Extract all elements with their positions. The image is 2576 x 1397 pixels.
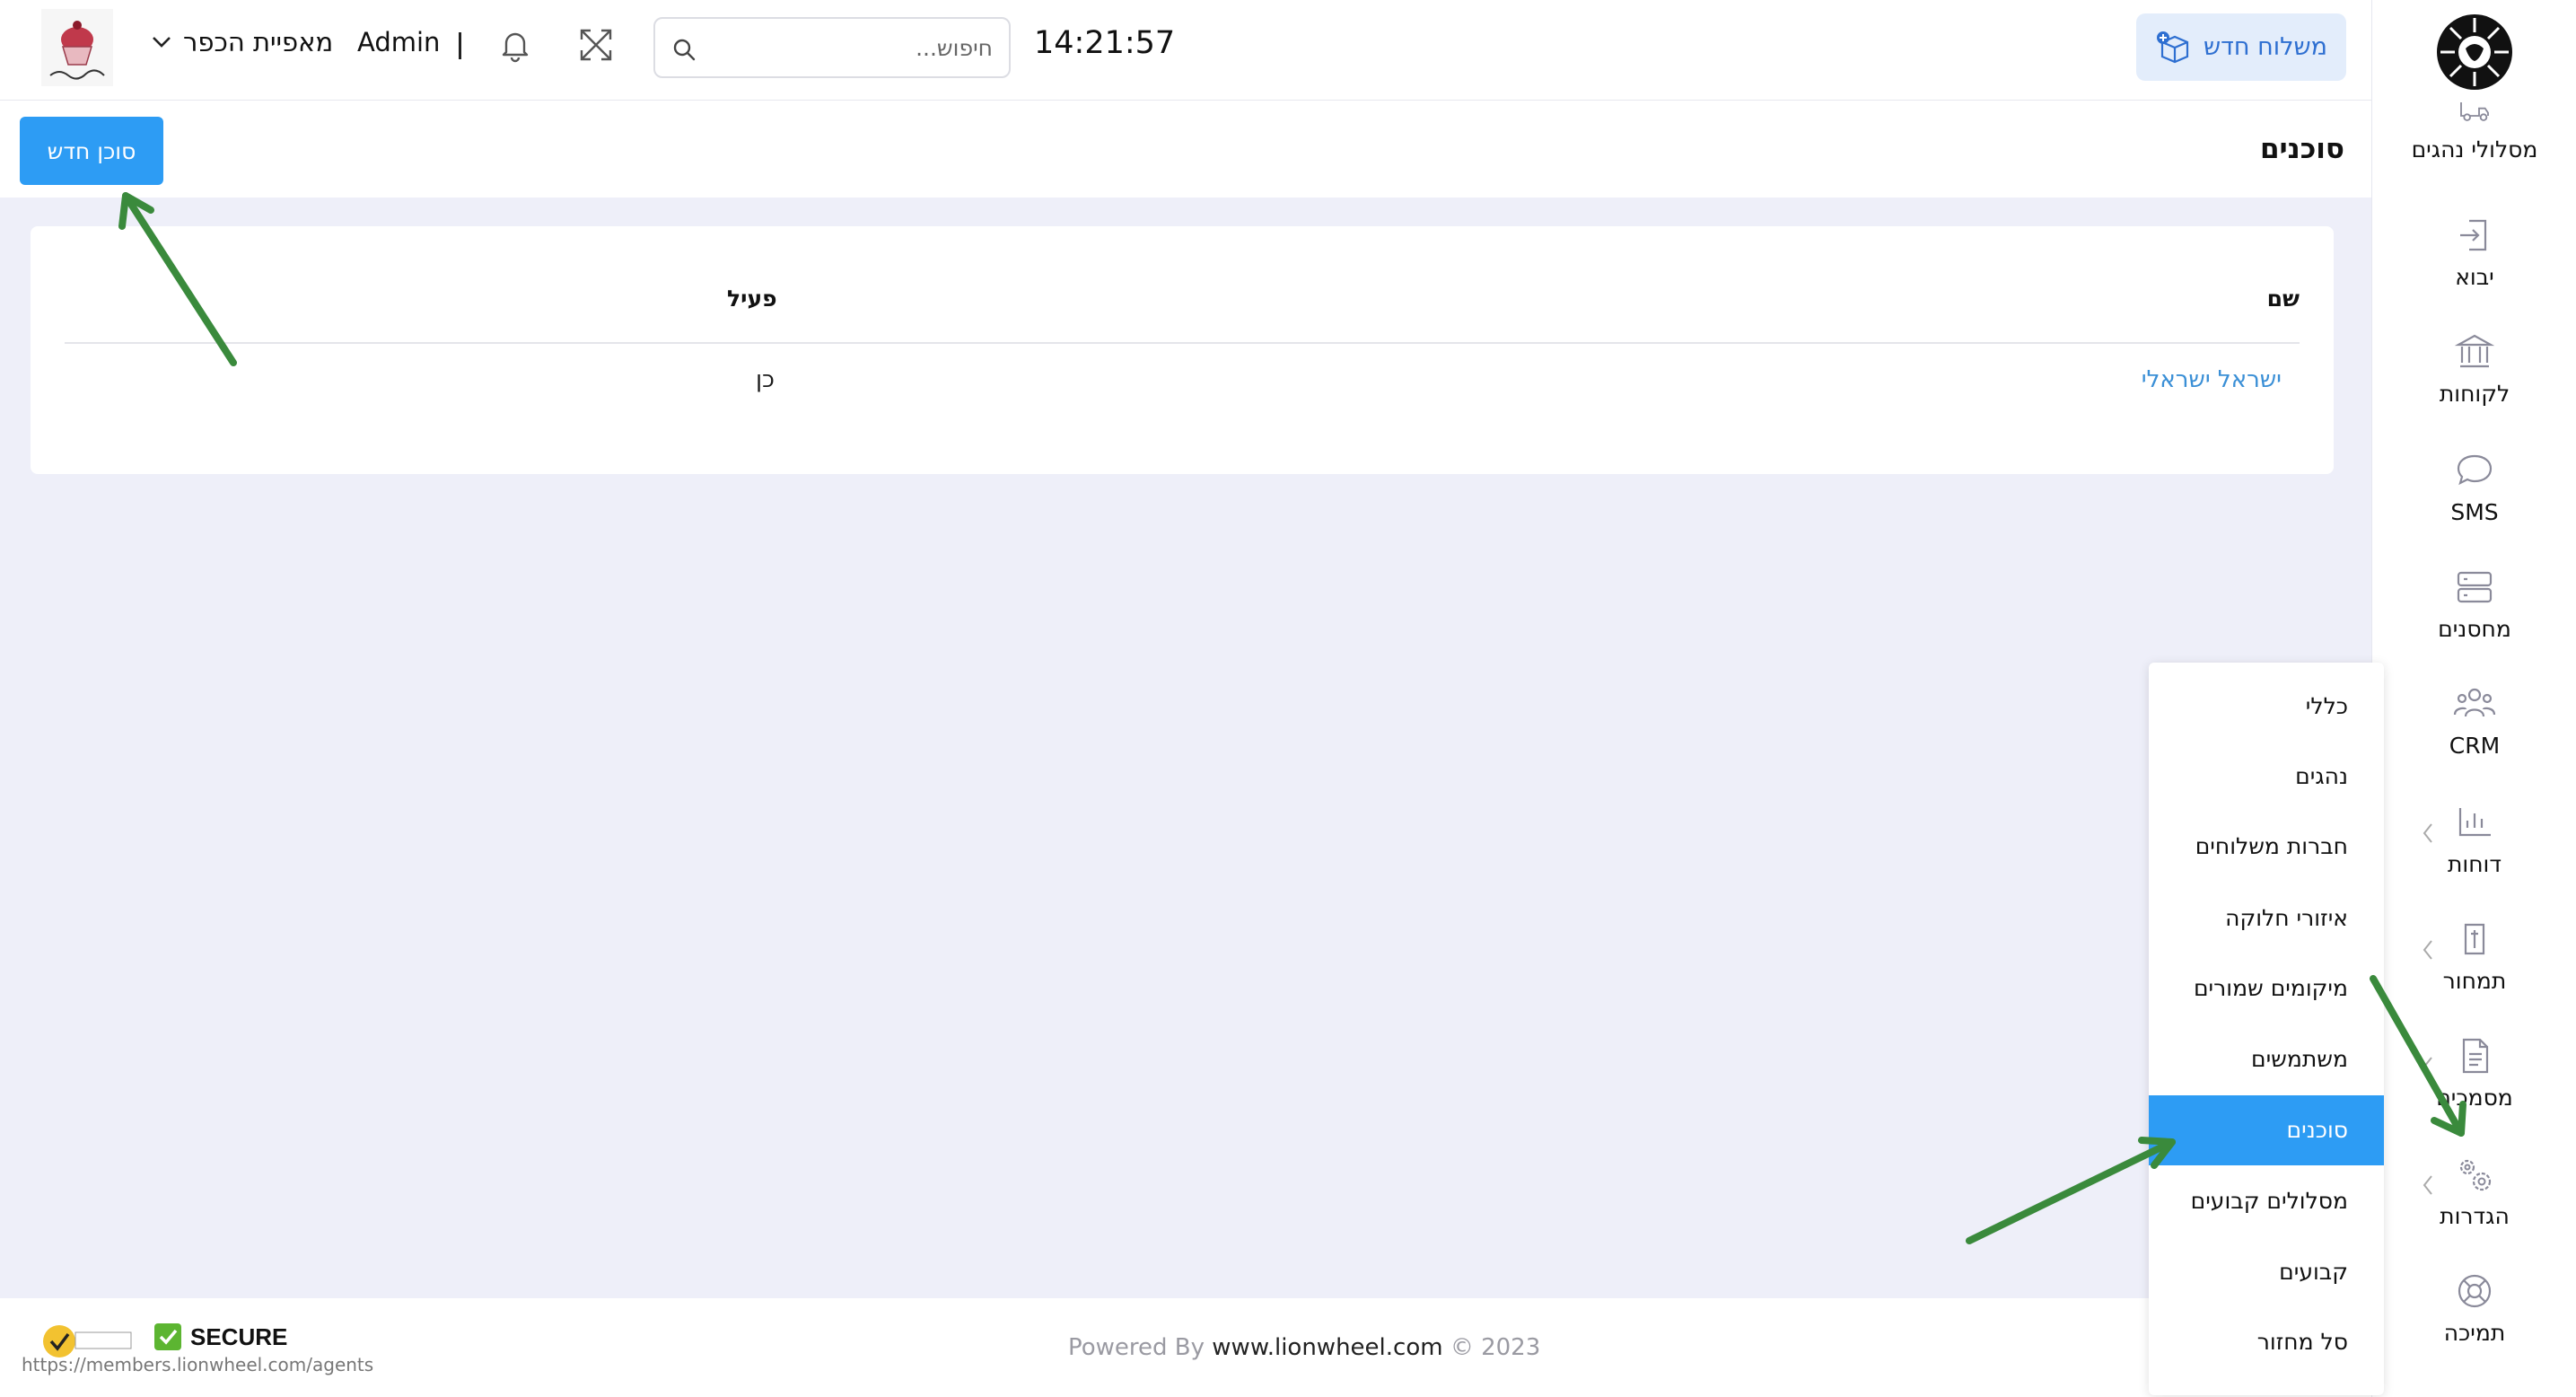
sidebar-item-import[interactable]: יבוא — [2372, 214, 2576, 312]
sidebar-item-settings[interactable]: הגדרות — [2372, 1153, 2576, 1252]
sidebar-label: לקוחות — [2439, 381, 2510, 407]
import-icon — [2460, 219, 2487, 251]
sidebar-item-documents[interactable]: מסמכים — [2372, 1034, 2576, 1133]
sidebar-label: תמיכה — [2443, 1320, 2506, 1346]
page-title-bar: סוכנים סוכן חדש — [0, 101, 2371, 198]
sidebar-label: דוחות — [2447, 851, 2502, 877]
table-header-divider — [65, 342, 2300, 344]
menu-item-users[interactable]: משתמשים — [2149, 1024, 2384, 1094]
menu-item-fixed-routes[interactable]: מסלולים קבועים — [2149, 1166, 2384, 1236]
column-header-active: פעיל — [727, 286, 777, 312]
menu-item-delivery-zones[interactable]: איזורי חלוקה — [2149, 883, 2384, 953]
sidebar-label: CRM — [2449, 733, 2501, 759]
sidebar-item-warehouses[interactable]: מחסנים — [2372, 566, 2576, 664]
fullscreen-icon[interactable] — [576, 25, 616, 65]
page-title: סוכנים — [2259, 133, 2344, 165]
clock: 14:21:57 — [1034, 25, 1176, 61]
sidebar-item-sms[interactable]: SMS — [2372, 449, 2576, 548]
column-header-name: שם — [2266, 286, 2300, 312]
settings-icon — [2459, 1159, 2492, 1191]
menu-item-fixed[interactable]: קבועים — [2149, 1237, 2384, 1307]
settings-dropdown-menu: כללי נהגים חברות משלוחים איזורי חלוקה מי… — [2149, 663, 2384, 1395]
report-icon — [2458, 808, 2491, 837]
arrow-to-agents-item — [1966, 1138, 2176, 1244]
sidebar-item-reports[interactable]: דוחות — [2372, 801, 2576, 900]
site-link[interactable]: www.lionwheel.com — [1212, 1334, 1442, 1361]
package-icon — [2157, 31, 2189, 63]
sidebar-label: מסלולי נהגים — [2411, 136, 2538, 163]
truck-icon — [2460, 102, 2489, 121]
menu-item-agents[interactable]: סוכנים — [2149, 1095, 2384, 1165]
user-name: Admin — [357, 27, 441, 57]
footer: SECURE https://members.lionwheel.com/age… — [0, 1298, 2371, 1397]
server-icon — [2457, 571, 2493, 603]
sidebar-label: מחסנים — [2438, 616, 2511, 642]
sidebar-item-driver-routes[interactable]: מסלולי נהגים — [2372, 101, 2576, 199]
menu-item-general[interactable]: כללי — [2149, 672, 2384, 742]
users-icon — [2453, 688, 2496, 717]
secure-label: SECURE — [190, 1322, 288, 1350]
sidebar-item-support[interactable]: תמיכה — [2372, 1270, 2576, 1368]
sidebar-label: הגדרות — [2440, 1203, 2510, 1229]
secure-badge: SECURE — [153, 1322, 287, 1352]
menu-item-drivers[interactable]: נהגים — [2149, 742, 2384, 812]
chat-icon — [2457, 454, 2493, 486]
lifebuoy-icon — [2458, 1274, 2492, 1308]
chevron-left-icon — [2423, 823, 2432, 843]
agent-active-value: כן — [756, 366, 775, 393]
company-selector[interactable]: מאפיית הכפר — [151, 27, 333, 57]
bank-icon — [2454, 334, 2495, 368]
company-name: מאפיית הכפר — [183, 27, 334, 57]
cupcake-logo — [41, 9, 113, 86]
status-url: https://members.lionwheel.com/agents — [22, 1354, 374, 1375]
menu-item-recycle-bin[interactable]: סל מחזור — [2149, 1307, 2384, 1377]
bell-icon[interactable] — [495, 25, 535, 65]
pricing-icon — [2464, 923, 2485, 955]
sidebar-label: תמחור — [2442, 968, 2507, 994]
header-separator — [459, 32, 461, 59]
sidebar-label: יבוא — [2455, 264, 2494, 290]
menu-item-saved-locations[interactable]: מיקומים שמורים — [2149, 953, 2384, 1024]
chevron-left-icon — [2423, 1057, 2432, 1076]
search-box[interactable] — [653, 17, 1011, 78]
chevron-left-icon — [2423, 940, 2432, 960]
sidebar-item-customers[interactable]: לקוחות — [2372, 330, 2576, 429]
powered-by: Powered By www.lionwheel.com © 2023 — [1068, 1334, 1540, 1361]
agent-name-link[interactable]: ישראל ישראלי — [2142, 366, 2282, 393]
menu-item-delivery-companies[interactable]: חברות משלוחים — [2149, 812, 2384, 882]
new-shipment-label: משלוח חדש — [2204, 33, 2327, 61]
new-agent-button[interactable]: סוכן חדש — [20, 117, 163, 185]
chevron-left-icon — [2423, 1175, 2432, 1195]
search-input[interactable] — [709, 30, 993, 66]
sidebar-item-pricing[interactable]: תמחור — [2372, 918, 2576, 1016]
chevron-down-icon — [153, 37, 171, 48]
check-shield-icon — [154, 1323, 181, 1350]
sidebar-item-crm[interactable]: CRM — [2372, 682, 2576, 781]
search-icon — [673, 39, 696, 61]
document-icon — [2462, 1038, 2489, 1074]
copyright: © 2023 — [1450, 1334, 1541, 1361]
sidebar-label: מסמכים — [2436, 1085, 2513, 1111]
powered-prefix: Powered By — [1068, 1334, 1205, 1361]
top-header: משלוח חדש 14:21:57 Admin מאפיית הכפר — [0, 0, 2371, 101]
sidebar-label: SMS — [2450, 499, 2499, 525]
lion-logo[interactable] — [2435, 13, 2514, 92]
sidebar: מסלולי נהגים יבוא לקוחות SMS מחסנים CRM … — [2371, 0, 2576, 1397]
agents-table: שם פעיל ישראל ישראלי כן — [31, 226, 2334, 474]
new-shipment-button[interactable]: משלוח חדש — [2136, 13, 2346, 81]
